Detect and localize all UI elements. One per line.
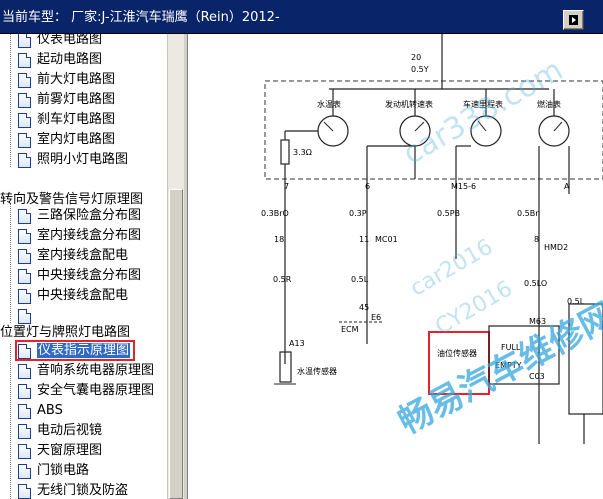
pin-label: 7 bbox=[284, 182, 289, 191]
document-icon bbox=[18, 72, 31, 88]
document-icon bbox=[18, 383, 31, 399]
document-icon bbox=[18, 288, 31, 304]
tree-connector bbox=[10, 204, 11, 323]
tree-item[interactable]: 前大灯电路图 bbox=[18, 71, 115, 91]
document-icon bbox=[18, 112, 31, 128]
gauge-label: 发动机转速表 bbox=[385, 99, 433, 109]
component-label: ECM bbox=[341, 325, 359, 334]
pin-label: A13 bbox=[289, 339, 305, 348]
tree-item[interactable]: 室内接线盒分布图 bbox=[18, 227, 141, 247]
component-label: 水温传感器 bbox=[297, 366, 337, 376]
pin-label: 8 bbox=[534, 235, 539, 244]
tree-item[interactable]: 中央接线盒分布图 bbox=[18, 267, 141, 287]
scrollbar-thumb[interactable] bbox=[169, 189, 183, 499]
document-icon bbox=[18, 92, 31, 108]
pin-label: A bbox=[564, 182, 570, 191]
tree-item[interactable]: 音响系统电器原理图 bbox=[18, 362, 154, 382]
pin-label: HMD2 bbox=[544, 243, 568, 252]
tree-connector bbox=[10, 344, 11, 499]
component-label: 油位传感器 bbox=[437, 348, 477, 358]
document-icon bbox=[18, 423, 31, 439]
wire-label: 0.5L bbox=[567, 297, 585, 306]
document-icon bbox=[18, 34, 31, 48]
wiring-diagram: 20 0.5Y 水温表 发动机转速表 车速里程表 燃油表 3.3Ω 7 6 M1… bbox=[261, 34, 603, 444]
tree-item[interactable]: 三路保险盒分布图 bbox=[18, 207, 141, 227]
window-title: 当前车型： 厂家:J-江淮汽车瑞鹰（Rein）2012- bbox=[2, 10, 280, 25]
wire-label: 0.5LO bbox=[524, 279, 547, 288]
tree-item[interactable]: 前雾灯电路图 bbox=[18, 91, 115, 111]
wire-label: 0.5Br bbox=[517, 209, 539, 218]
pin-label: 11 bbox=[359, 235, 369, 244]
pin-label: MC01 bbox=[375, 235, 398, 244]
gauge-label: 燃油表 bbox=[537, 99, 561, 109]
next-page-button[interactable] bbox=[563, 10, 584, 30]
arrow-right-icon bbox=[569, 15, 578, 25]
pin-label: E6 bbox=[371, 313, 381, 322]
tree-item[interactable]: 天窗原理图 bbox=[18, 442, 102, 462]
wire-label: 0.5PB bbox=[437, 209, 460, 218]
pin-label: M63 bbox=[529, 317, 546, 326]
pin-label: 20 bbox=[411, 53, 421, 62]
tree-item[interactable]: 起动电路图 bbox=[18, 51, 102, 71]
tree-item[interactable]: 安全气囊电器原理图 bbox=[18, 382, 154, 402]
tree-item[interactable]: 中央接线盒配电 bbox=[18, 287, 128, 307]
wire-label: 0.5Y bbox=[411, 65, 429, 74]
document-icon bbox=[18, 132, 31, 148]
component-label: 3.3Ω bbox=[293, 148, 312, 157]
resistor bbox=[280, 139, 290, 165]
pin-label: 18 bbox=[274, 235, 284, 244]
document-icon bbox=[18, 268, 31, 284]
wire-label: 0.3BrO bbox=[261, 209, 289, 218]
tree-item[interactable]: ABS bbox=[18, 402, 63, 422]
tree-scrollbar[interactable] bbox=[167, 34, 184, 499]
tree-item[interactable]: 照明小灯电路图 bbox=[18, 151, 128, 171]
tree-connector bbox=[10, 34, 11, 167]
document-icon bbox=[18, 208, 31, 224]
tree-item[interactable]: 无线门锁及防盗 bbox=[18, 482, 128, 499]
svg-text:畅易汽车维修网: 畅易汽车维修网 bbox=[392, 295, 603, 442]
document-icon bbox=[18, 52, 31, 68]
document-icon bbox=[18, 443, 31, 459]
pin-label: M15-6 bbox=[451, 182, 476, 191]
watermark: 畅易汽车维修网 bbox=[392, 295, 603, 442]
wire-label: 0.3P bbox=[349, 209, 367, 218]
document-icon bbox=[18, 403, 31, 419]
diagram-viewer[interactable]: 20 0.5Y 水温表 发动机转速表 车速里程表 燃油表 3.3Ω 7 6 M1… bbox=[189, 34, 603, 499]
wire-label: 0.5R bbox=[273, 275, 292, 284]
pin-label: 6 bbox=[365, 182, 370, 191]
watermark: car338.com car2016 CY2016 bbox=[397, 53, 569, 341]
selection-highlight-box bbox=[15, 340, 135, 361]
title-bar: 当前车型： 厂家:J-江淮汽车瑞鹰（Rein）2012- bbox=[0, 0, 603, 34]
gauge-label: 水温表 bbox=[317, 99, 341, 109]
document-icon bbox=[18, 152, 31, 168]
document-icon bbox=[18, 463, 31, 479]
circuit-tree[interactable]: 仪表电路图 起动电路图 前大灯电路图 前雾灯电路图 刹车灯电路图 室内灯电路图 … bbox=[0, 34, 167, 499]
water-temp-gauge bbox=[317, 115, 349, 147]
document-icon bbox=[18, 228, 31, 244]
document-icon bbox=[18, 483, 31, 499]
tree-item[interactable]: 室内灯电路图 bbox=[18, 131, 115, 151]
tree-item[interactable]: 电动后视镜 bbox=[18, 422, 102, 442]
pane-splitter[interactable] bbox=[184, 34, 188, 499]
document-icon bbox=[18, 248, 31, 264]
tree-item[interactable]: 刹车灯电路图 bbox=[18, 111, 115, 131]
pin-label: 45 bbox=[359, 303, 369, 312]
document-icon bbox=[18, 308, 31, 324]
tree-item[interactable]: 室内接线盒配电 bbox=[18, 247, 128, 267]
tree-item[interactable]: 仪表电路图 bbox=[18, 34, 102, 51]
document-icon bbox=[18, 363, 31, 379]
wire-label: 0.5L bbox=[351, 275, 369, 284]
fuel-gauge bbox=[538, 115, 570, 147]
tree-item[interactable]: 门锁电路 bbox=[18, 462, 89, 482]
